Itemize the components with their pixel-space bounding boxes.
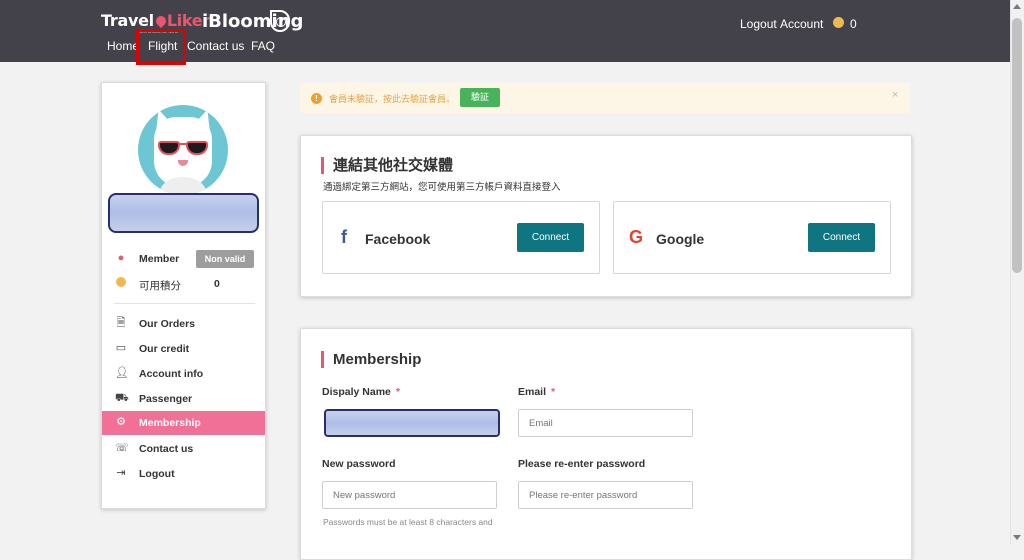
email-input[interactable] — [518, 409, 693, 437]
flight-highlight-box — [136, 29, 186, 65]
support-icon: ☏ — [115, 442, 129, 454]
scrollbar-thumb[interactable] — [1012, 18, 1022, 273]
verify-button[interactable]: 驗証 — [460, 88, 500, 107]
display-name-input-redacted[interactable] — [324, 409, 500, 437]
sidebar-item-label: Passenger — [139, 393, 193, 405]
reenter-password-input[interactable] — [518, 481, 693, 509]
iblooming-mark-icon — [270, 10, 290, 32]
nav-contact-us[interactable]: Contact us — [187, 39, 244, 53]
facebook-icon: f — [341, 227, 347, 247]
facebook-connect-button[interactable]: Connect — [517, 223, 584, 252]
sidebar-item-label: Membership — [139, 417, 201, 429]
receipt-icon: 🗎 — [116, 317, 126, 329]
new-password-input[interactable] — [322, 481, 497, 509]
coin-icon — [115, 277, 127, 289]
google-label: Google — [656, 231, 705, 247]
logout-link[interactable]: Logout — [740, 17, 777, 31]
sidebar-divider — [114, 303, 255, 304]
verification-alert: ! 會員未驗証，按此去驗証會員。 驗証 × — [300, 83, 910, 113]
social-media-card: 連結其他社交媒體 通過綁定第三方網站，您可使用第三方帳戶資料直接登入 f Fac… — [300, 135, 912, 297]
logo-text-travel: Travel — [101, 11, 154, 30]
coin-icon — [833, 17, 844, 28]
points-row: 可用積分 0 — [102, 272, 265, 296]
facebook-connect-panel: f Facebook Connect — [322, 201, 600, 274]
avatar — [138, 105, 228, 195]
google-connect-button[interactable]: Connect — [808, 223, 875, 252]
social-card-title: 連結其他社交媒體 — [321, 157, 453, 174]
sidebar-item-label: Contact us — [139, 443, 194, 455]
reenter-password-label: Please re-enter password — [518, 458, 646, 470]
facebook-label: Facebook — [365, 231, 431, 247]
warning-icon: ! — [311, 93, 322, 104]
sidebar-item-label: Logout — [139, 468, 175, 480]
points-label: 可用積分 — [139, 280, 181, 292]
map-pin-icon — [153, 13, 168, 29]
nav-faq[interactable]: FAQ — [251, 39, 275, 53]
google-connect-panel: G Google Connect — [613, 201, 891, 274]
sidebar-item-logout[interactable]: ⇥ Logout — [102, 462, 265, 486]
password-hint: Passwords must be at least 8 characters … — [323, 517, 493, 527]
sidebar-item-contact-us[interactable]: ☏ Contact us — [102, 437, 265, 461]
sidebar-item-our-orders[interactable]: 🗎 Our Orders — [102, 312, 265, 336]
sidebar-item-label: Our Orders — [139, 318, 196, 330]
credit-card-icon: ▭ — [115, 342, 127, 354]
username-redacted — [108, 193, 259, 233]
scroll-up-arrow-icon[interactable] — [1013, 4, 1021, 9]
close-icon[interactable]: × — [892, 89, 898, 101]
gear-icon: ⚙ — [116, 416, 126, 428]
display-name-label: Dispaly Name * — [322, 386, 400, 398]
nav-home[interactable]: Home — [107, 39, 139, 53]
sidebar: ● Member Non valid 可用積分 0 🗎 Our Orders ▭… — [101, 82, 266, 509]
points-value: 0 — [214, 278, 220, 290]
membership-title: Membership — [321, 351, 421, 368]
scroll-down-arrow-icon[interactable] — [1013, 535, 1021, 540]
sidebar-item-label: Account info — [139, 368, 204, 380]
membership-card: Membership Dispaly Name* Email* New pass… — [300, 328, 912, 560]
alert-text: 會員未驗証，按此去驗証會員。 — [329, 94, 456, 104]
email-label: Email * — [518, 386, 556, 398]
map-pin-icon: ● — [117, 252, 125, 264]
user-icon: 👤︎ — [115, 367, 129, 379]
google-icon: G — [629, 227, 644, 247]
travelliker-logo[interactable]: Travel Liker — [101, 11, 210, 30]
luggage-icon: ⛟ — [115, 392, 129, 404]
member-status-badge: Non valid — [196, 250, 254, 268]
sidebar-item-our-credit[interactable]: ▭ Our credit — [102, 337, 265, 361]
sidebar-item-passenger[interactable]: ⛟ Passenger — [102, 387, 265, 411]
account-link[interactable]: Account — [780, 17, 823, 31]
member-label: Member — [139, 253, 180, 265]
sidebar-item-label: Our credit — [139, 343, 190, 355]
new-password-label: New password — [322, 458, 396, 470]
sidebar-item-membership[interactable]: ⚙ Membership — [102, 411, 265, 435]
sidebar-item-account-info[interactable]: 👤︎ Account info — [102, 362, 265, 386]
logout-icon: ⇥ — [116, 467, 126, 479]
social-card-subtitle: 通過綁定第三方網站，您可使用第三方帳戶資料直接登入 — [323, 182, 561, 193]
points-count: 0 — [850, 17, 857, 31]
